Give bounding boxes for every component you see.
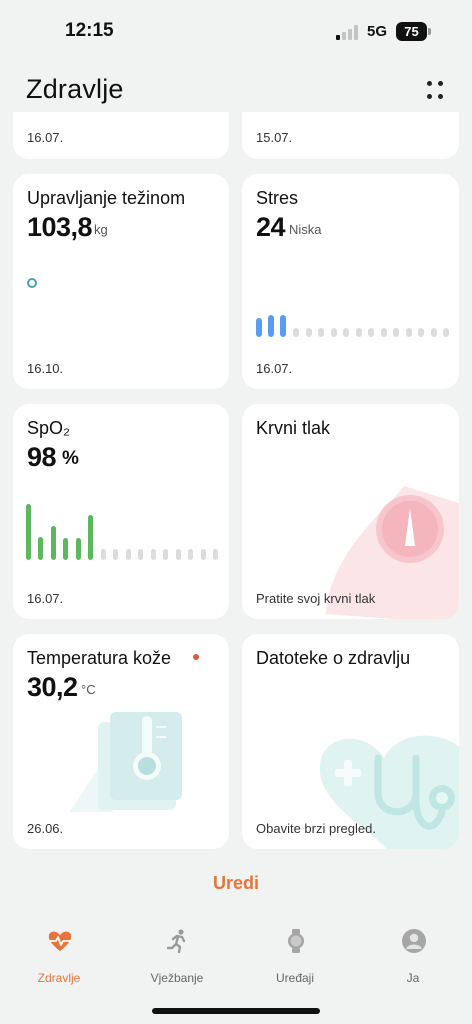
spo2-card[interactable]: SpO₂ 98 % 16.07. — [13, 404, 229, 619]
spo2-bar — [51, 526, 56, 560]
profile-icon — [402, 929, 426, 953]
card-date: 16.07. — [27, 130, 64, 145]
tab-label: Zdravlje — [37, 971, 81, 985]
weight-value: 103,8 — [27, 212, 93, 242]
tab-ja[interactable]: Ja — [354, 920, 472, 992]
weight-data-point — [27, 278, 37, 288]
heart-pulse-icon — [48, 931, 72, 951]
health-files-card[interactable]: Datoteke o zdravlju Obavite brzi pregled… — [242, 634, 459, 849]
tab-label: Ja — [406, 971, 420, 985]
stress-value: 24 — [256, 212, 286, 242]
card-title: Stres — [256, 188, 299, 208]
card-subtitle: Obavite brzi pregled. — [256, 821, 376, 836]
card-title: Datoteke o zdravlju — [256, 648, 411, 668]
tab-vjezbanje[interactable]: Vježbanje — [118, 920, 236, 992]
weight-unit: kg — [94, 222, 108, 237]
card-title: Temperatura kože — [27, 648, 172, 668]
tab-zdravlje[interactable]: Zdravlje — [0, 920, 118, 992]
card-top-left[interactable]: 16.07. — [13, 112, 229, 159]
card-date: 16.07. — [27, 591, 64, 606]
weight-card[interactable]: Upravljanje težinom 103,8 kg 16.10. — [13, 174, 229, 389]
tab-label: Vježbanje — [150, 971, 204, 985]
skin-temperature-value: 30,2 — [27, 672, 78, 702]
more-menu-button[interactable] — [420, 76, 450, 106]
card-title: Upravljanje težinom — [27, 188, 186, 208]
stress-bar — [256, 318, 262, 337]
signal-icon — [336, 24, 360, 40]
running-icon — [166, 929, 186, 954]
tab-label: Uređaji — [275, 971, 314, 985]
stress-card[interactable]: Stres 24 Niska 16.07. — [242, 174, 459, 389]
tab-uredaji[interactable]: Uređaji — [236, 920, 354, 992]
stress-level: Niska — [289, 222, 322, 237]
stress-bar — [280, 315, 286, 337]
card-top-right[interactable]: 15.07. — [242, 112, 459, 159]
status-bar: 12:15 5G 75 — [0, 0, 472, 60]
battery-icon: 75 — [396, 22, 427, 41]
edit-cards-button[interactable]: Uredi — [0, 873, 472, 894]
spo2-bar — [26, 504, 31, 560]
spo2-bar — [63, 538, 68, 560]
card-title: SpO₂ — [27, 418, 71, 438]
spo2-value: 98 — [27, 442, 57, 472]
blood-pressure-card[interactable]: Krvni tlak Pratite svoj krvni tlak — [242, 404, 459, 619]
status-time: 12:15 — [65, 20, 114, 41]
page-title: Zdravlje — [26, 74, 124, 104]
spo2-bar — [76, 538, 81, 560]
battery-tip — [428, 28, 431, 35]
card-title: Krvni tlak — [256, 418, 331, 438]
alert-dot — [193, 654, 199, 660]
skin-temperature-unit: °C — [81, 682, 96, 697]
network-type: 5G — [367, 23, 388, 40]
home-indicator — [152, 1008, 320, 1014]
card-date: 16.10. — [27, 361, 64, 376]
stress-bar — [268, 315, 274, 337]
watch-icon — [288, 929, 304, 953]
spo2-unit: % — [62, 448, 79, 469]
stress-bars — [256, 314, 451, 340]
spo2-bars — [26, 502, 221, 562]
card-date: 15.07. — [256, 130, 293, 145]
spo2-bar — [88, 515, 93, 560]
skin-temperature-card[interactable]: Temperatura kože 30,2 °C 26.06. — [13, 634, 229, 849]
card-subtitle: Pratite svoj krvni tlak — [256, 591, 376, 606]
card-date: 16.07. — [256, 361, 293, 376]
spo2-bar — [38, 537, 43, 560]
thermometer-illustration — [70, 712, 182, 812]
card-date: 26.06. — [27, 821, 64, 836]
